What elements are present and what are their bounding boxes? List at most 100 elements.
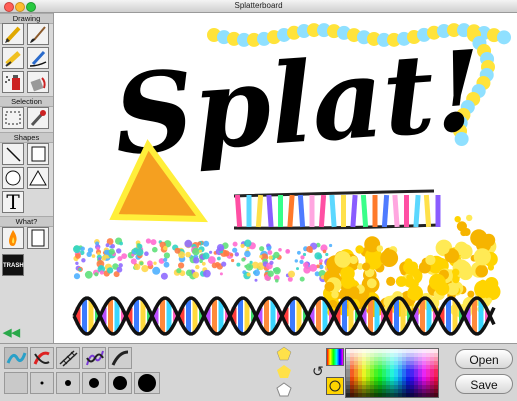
selected-color-swatch[interactable]	[326, 377, 344, 395]
line-tool[interactable]	[2, 143, 24, 165]
palette-cell[interactable]	[378, 369, 382, 373]
palette-cell[interactable]	[374, 385, 378, 389]
palette-cell[interactable]	[426, 385, 430, 389]
palette-cell[interactable]	[370, 377, 374, 381]
palette-cell[interactable]	[402, 361, 406, 365]
palette-cell[interactable]	[350, 381, 354, 385]
palette-cell[interactable]	[350, 357, 354, 361]
brush-style-1[interactable]	[4, 347, 28, 369]
palette-cell[interactable]	[414, 369, 418, 373]
palette-cell[interactable]	[410, 357, 414, 361]
palette-cell[interactable]	[398, 389, 402, 393]
brush-style-5[interactable]	[108, 347, 132, 369]
palette-cell[interactable]	[430, 377, 434, 381]
palette-cell[interactable]	[434, 373, 438, 377]
palette-cell[interactable]	[358, 365, 362, 369]
palette-cell[interactable]	[346, 385, 350, 389]
palette-cell[interactable]	[390, 385, 394, 389]
pencil-tool[interactable]	[2, 23, 24, 45]
palette-cell[interactable]	[434, 381, 438, 385]
palette-cell[interactable]	[382, 365, 386, 369]
palette-cell[interactable]	[378, 353, 382, 357]
palette-cell[interactable]	[422, 381, 426, 385]
palette-cell[interactable]	[358, 373, 362, 377]
palette-cell[interactable]	[406, 365, 410, 369]
palette-cell[interactable]	[414, 393, 418, 397]
collapse-toolbox-button[interactable]: ◀◀	[3, 326, 20, 339]
palette-cell[interactable]	[370, 349, 374, 353]
palette-cell[interactable]	[358, 377, 362, 381]
palette-cell[interactable]	[414, 389, 418, 393]
palette-cell[interactable]	[422, 353, 426, 357]
palette-cell[interactable]	[350, 353, 354, 357]
palette-cell[interactable]	[414, 361, 418, 365]
palette-cell[interactable]	[394, 385, 398, 389]
palette-cell[interactable]	[374, 373, 378, 377]
palette-cell[interactable]	[434, 349, 438, 353]
brush-style-4[interactable]	[82, 347, 106, 369]
palette-cell[interactable]	[406, 373, 410, 377]
palette-cell[interactable]	[398, 377, 402, 381]
palette-cell[interactable]	[434, 393, 438, 397]
palette-cell[interactable]	[382, 349, 386, 353]
palette-cell[interactable]	[374, 349, 378, 353]
palette-cell[interactable]	[430, 369, 434, 373]
palette-cell[interactable]	[358, 353, 362, 357]
palette-cell[interactable]	[362, 349, 366, 353]
palette-cell[interactable]	[354, 393, 358, 397]
palette-cell[interactable]	[390, 365, 394, 369]
palette-cell[interactable]	[378, 385, 382, 389]
palette-cell[interactable]	[406, 369, 410, 373]
palette-cell[interactable]	[358, 381, 362, 385]
drawing-canvas[interactable]: Splat!	[54, 13, 517, 343]
palette-cell[interactable]	[430, 373, 434, 377]
palette-cell[interactable]	[394, 377, 398, 381]
palette-cell[interactable]	[406, 353, 410, 357]
palette-cell[interactable]	[370, 361, 374, 365]
palette-cell[interactable]	[346, 349, 350, 353]
palette-cell[interactable]	[390, 361, 394, 365]
palette-cell[interactable]	[414, 365, 418, 369]
palette-cell[interactable]	[394, 357, 398, 361]
palette-cell[interactable]	[350, 369, 354, 373]
palette-cell[interactable]	[390, 373, 394, 377]
palette-cell[interactable]	[418, 365, 422, 369]
palette-cell[interactable]	[370, 385, 374, 389]
palette-cell[interactable]	[422, 365, 426, 369]
palette-cell[interactable]	[354, 361, 358, 365]
palette-cell[interactable]	[390, 357, 394, 361]
palette-cell[interactable]	[354, 357, 358, 361]
palette-cell[interactable]	[402, 377, 406, 381]
swap-colors-icon[interactable]: ↺	[312, 363, 324, 380]
palette-cell[interactable]	[434, 389, 438, 393]
palette-cell[interactable]	[390, 369, 394, 373]
palette-cell[interactable]	[410, 381, 414, 385]
palette-cell[interactable]	[366, 357, 370, 361]
palette-cell[interactable]	[410, 373, 414, 377]
palette-cell[interactable]	[430, 349, 434, 353]
palette-cell[interactable]	[430, 385, 434, 389]
palette-cell[interactable]	[394, 365, 398, 369]
palette-cell[interactable]	[374, 377, 378, 381]
palette-cell[interactable]	[350, 361, 354, 365]
palette-cell[interactable]	[422, 349, 426, 353]
palette-cell[interactable]	[370, 353, 374, 357]
palette-cell[interactable]	[350, 389, 354, 393]
rectangle-tool[interactable]	[27, 143, 49, 165]
palette-cell[interactable]	[370, 369, 374, 373]
palette-cell[interactable]	[358, 349, 362, 353]
palette-cell[interactable]	[406, 377, 410, 381]
palette-cell[interactable]	[382, 381, 386, 385]
palette-cell[interactable]	[362, 381, 366, 385]
palette-cell[interactable]	[362, 389, 366, 393]
palette-cell[interactable]	[350, 385, 354, 389]
palette-cell[interactable]	[346, 393, 350, 397]
palette-cell[interactable]	[382, 361, 386, 365]
palette-cell[interactable]	[422, 385, 426, 389]
palette-cell[interactable]	[366, 377, 370, 381]
palette-cell[interactable]	[394, 361, 398, 365]
palette-cell[interactable]	[346, 369, 350, 373]
trash-button[interactable]: TRASH	[2, 254, 24, 276]
palette-cell[interactable]	[370, 389, 374, 393]
palette-cell[interactable]	[366, 369, 370, 373]
